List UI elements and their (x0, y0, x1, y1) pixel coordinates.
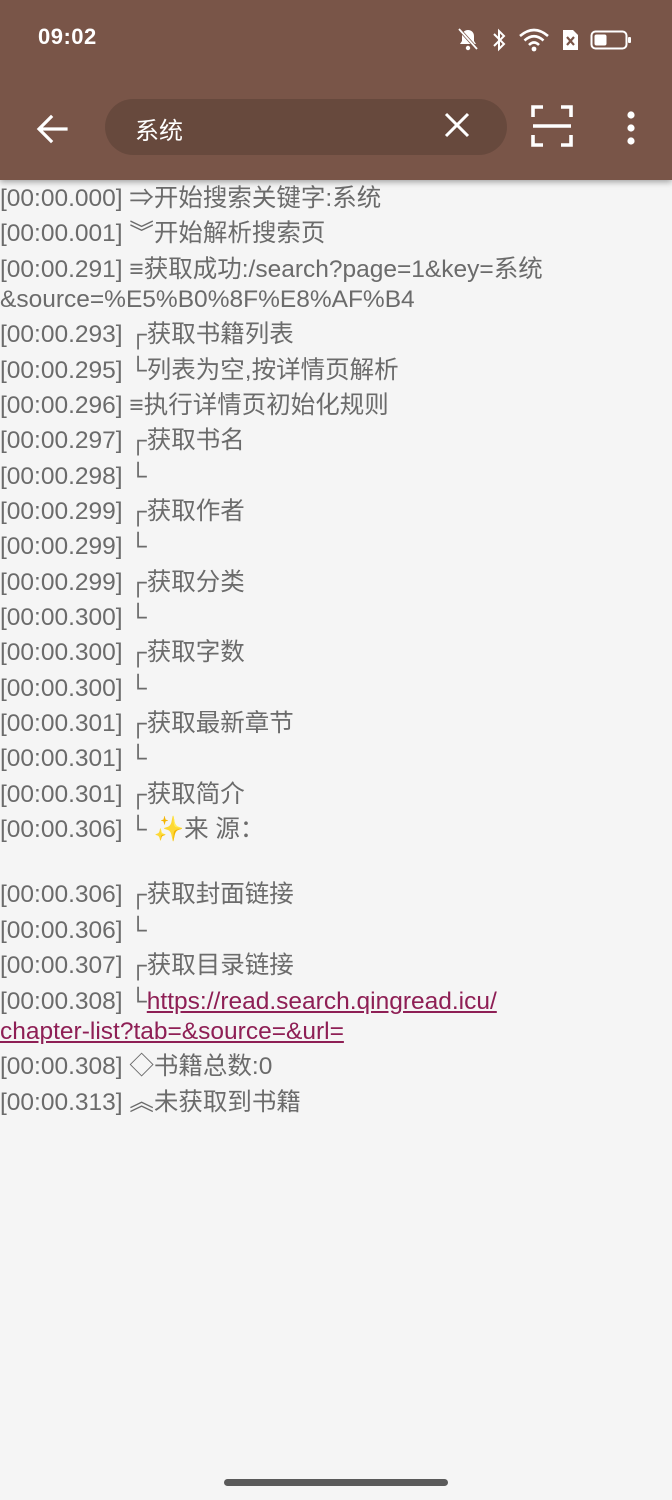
clear-search-button[interactable] (441, 111, 473, 143)
log-line: [00:00.301] ┌获取简介 (0, 781, 245, 808)
log-line: [00:00.301] ┌获取最新章节 (0, 710, 294, 737)
status-time: 09:02 (38, 24, 97, 49)
status-bar: 09:02 (0, 0, 672, 80)
sim-blocked-icon (560, 27, 580, 53)
log-line: [00:00.297] ┌获取书名 (0, 427, 245, 454)
bluetooth-icon (490, 27, 508, 53)
log-line-continuation: chapter-list?tab=&source=&url= (0, 1017, 344, 1047)
log-line: [00:00.306] ┌获取封面链接 (0, 881, 294, 908)
toc-link[interactable]: https://read.search.qingread.icu/ (147, 988, 497, 1015)
log-line: [00:00.001] ︾开始解析搜索页 (0, 220, 326, 247)
log-line: [00:00.306] └ (0, 917, 147, 944)
log-line: [00:00.299] ┌获取作者 (0, 498, 245, 525)
log-line: [00:00.298] └ (0, 463, 147, 490)
log-line: [00:00.299] ┌获取分类 (0, 569, 245, 596)
wifi-icon (518, 27, 550, 53)
more-options-button[interactable] (612, 106, 650, 154)
log-line: [00:00.295] └列表为空,按详情页解析 (0, 357, 399, 384)
log-line: [00:00.308] ◇书籍总数:0 (0, 1053, 273, 1080)
log-line: [00:00.313] ︽未获取到书籍 (0, 1089, 301, 1116)
battery-icon (590, 27, 632, 53)
home-indicator[interactable] (224, 1479, 448, 1486)
more-vert-icon (626, 111, 636, 149)
scan-button[interactable] (528, 104, 576, 152)
app-bar: 09:02 系统 (0, 0, 672, 180)
search-toolbar: 系统 (0, 80, 672, 180)
bell-off-icon (456, 27, 480, 53)
log-line: [00:00.293] ┌获取书籍列表 (0, 321, 294, 348)
log-line: [00:00.291] ≡获取成功:/search?page=1&key=系统 (0, 256, 543, 283)
log-line: [00:00.300] └ (0, 675, 147, 702)
status-icons (456, 26, 632, 54)
search-field[interactable]: 系统 (105, 99, 507, 155)
log-line: [00:00.000] ⇒开始搜索关键字:系统 (0, 185, 382, 212)
log-line: [00:00.299] └ (0, 533, 147, 560)
log-line: [00:00.306] └ ✨来 源： (0, 816, 265, 843)
scan-icon (530, 104, 574, 152)
toc-link-continuation[interactable]: chapter-list?tab=&source=&url= (0, 1018, 344, 1045)
search-log[interactable]: [00:00.000] ⇒开始搜索关键字:系统 [00:00.001] ︾开始解… (0, 180, 672, 1450)
log-line: [00:00.300] └ (0, 604, 147, 631)
log-line: [00:00.307] ┌获取目录链接 (0, 952, 294, 979)
clear-icon (443, 111, 471, 143)
log-line: [00:00.301] └ (0, 745, 147, 772)
search-input[interactable]: 系统 (135, 111, 183, 146)
back-arrow-icon (35, 112, 69, 150)
log-line: [00:00.296] ≡执行详情页初始化规则 (0, 392, 389, 419)
log-line: [00:00.308] └https://read.search.qingrea… (0, 988, 497, 1015)
back-button[interactable] (26, 105, 78, 157)
log-line: [00:00.300] ┌获取字数 (0, 639, 245, 666)
log-line-continuation: &source=%E5%B0%8F%E8%AF%B4 (0, 286, 415, 313)
